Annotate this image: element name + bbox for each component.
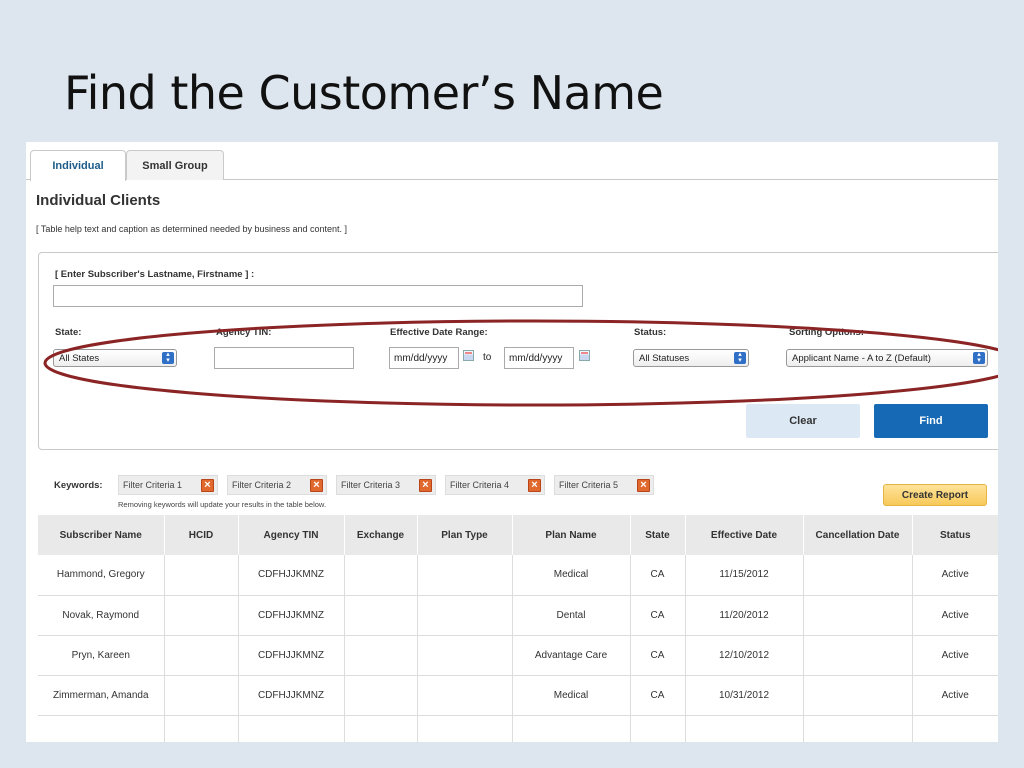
remove-filter-icon[interactable]: × [419, 479, 432, 492]
table-cell: CA [630, 635, 686, 676]
table-cell [344, 555, 418, 596]
column-header[interactable]: State [630, 515, 686, 555]
highlight-oval [43, 319, 998, 407]
table-cell: 12/10/2012 [685, 635, 804, 676]
table-help-text: [ Table help text and caption as determi… [36, 224, 348, 234]
table-cell [803, 595, 913, 636]
table-cell [512, 715, 631, 742]
filter-chip: Filter Criteria 3 × [336, 475, 436, 495]
table-cell [417, 715, 513, 742]
table-cell: Medical [512, 555, 631, 596]
table-cell [417, 675, 513, 716]
table-row[interactable]: Zimmerman, Amanda CDFHJJKMNZ Medical CA 10/3… [38, 675, 998, 716]
subscriber-label: [ Enter Subscriber's Lastname, Firstname… [55, 269, 255, 280]
table-cell: Novak, Raymond [38, 595, 165, 636]
table-cell [344, 595, 418, 636]
table-row[interactable]: Novak, Raymond CDFHJJKMNZ Dental CA 11/20/20… [38, 595, 998, 636]
remove-filter-icon[interactable]: × [201, 479, 214, 492]
tab-small-group[interactable]: Small Group [126, 150, 224, 180]
table-cell: CA [630, 675, 686, 716]
filter-chip: Filter Criteria 2 × [227, 475, 327, 495]
table-cell [38, 715, 165, 742]
filter-chip: Filter Criteria 1 × [118, 475, 218, 495]
remove-filter-icon[interactable]: × [310, 479, 323, 492]
filter-chip-label: Filter Criteria 1 [123, 480, 183, 490]
app-window: Individual Small Group Individual Client… [26, 142, 998, 742]
table-cell: Dental [512, 595, 631, 636]
keywords-note: Removing keywords will update your resul… [118, 500, 327, 509]
column-header[interactable]: Cancellation Date [803, 515, 913, 555]
table-header-row: Subscriber Name HCID Agency TIN Exchange… [38, 515, 998, 555]
table-cell [344, 675, 418, 716]
clear-button[interactable]: Clear [746, 404, 860, 438]
table-cell [417, 635, 513, 676]
table-cell [417, 595, 513, 636]
table-cell: Zimmerman, Amanda [38, 675, 165, 716]
table-cell: CA [630, 595, 686, 636]
table-cell: CDFHJJKMNZ [238, 635, 345, 676]
table-cell [344, 715, 418, 742]
table-cell [803, 675, 913, 716]
page-title: Individual Clients [36, 192, 161, 209]
filter-chip-label: Filter Criteria 5 [559, 480, 619, 490]
table-cell: Active [912, 675, 998, 716]
filter-chip-label: Filter Criteria 4 [450, 480, 510, 490]
column-header[interactable]: Exchange [344, 515, 418, 555]
filter-chip: Filter Criteria 4 × [445, 475, 545, 495]
filter-chip: Filter Criteria 5 × [554, 475, 654, 495]
create-report-button[interactable]: Create Report [883, 484, 987, 506]
table-cell [803, 555, 913, 596]
keywords-row: Keywords: Filter Criteria 1 × Filter Cri… [26, 475, 998, 515]
table-cell: Hammond, Gregory [38, 555, 165, 596]
table-cell: Medical [512, 675, 631, 716]
remove-filter-icon[interactable]: × [637, 479, 650, 492]
column-header[interactable]: Plan Type [417, 515, 513, 555]
results-table: Subscriber Name HCID Agency TIN Exchange… [38, 515, 998, 742]
table-cell [630, 715, 686, 742]
subscriber-name-input[interactable] [53, 285, 583, 307]
table-row[interactable] [38, 715, 998, 742]
column-header[interactable]: Effective Date [685, 515, 804, 555]
column-header[interactable]: Agency TIN [238, 515, 345, 555]
table-cell: CDFHJJKMNZ [238, 595, 345, 636]
table-cell: 11/20/2012 [685, 595, 804, 636]
table-cell [164, 555, 239, 596]
table-cell: CA [630, 555, 686, 596]
column-header[interactable]: Plan Name [512, 515, 631, 555]
table-cell [344, 635, 418, 676]
filter-chip-label: Filter Criteria 3 [341, 480, 401, 490]
table-row[interactable]: Pryn, Kareen CDFHJJKMNZ Advantage Care CA 12… [38, 635, 998, 676]
find-button[interactable]: Find [874, 404, 988, 438]
table-cell: CDFHJJKMNZ [238, 555, 345, 596]
keywords-label: Keywords: [54, 480, 103, 491]
table-cell [803, 715, 913, 742]
table-cell: CDFHJJKMNZ [238, 675, 345, 716]
column-header[interactable]: Subscriber Name [38, 515, 165, 555]
table-cell: 10/31/2012 [685, 675, 804, 716]
table-cell: 11/15/2012 [685, 555, 804, 596]
remove-filter-icon[interactable]: × [528, 479, 541, 492]
table-cell [164, 715, 239, 742]
column-header[interactable]: HCID [164, 515, 239, 555]
slide-title: Find the Customer’s Name [64, 66, 664, 120]
table-cell [912, 715, 998, 742]
table-cell [164, 595, 239, 636]
highlight-ellipse [43, 319, 998, 407]
table-cell: Active [912, 635, 998, 676]
table-cell [417, 555, 513, 596]
tab-bar: Individual Small Group [26, 150, 998, 181]
table-cell [164, 675, 239, 716]
tab-individual[interactable]: Individual [30, 150, 126, 181]
filter-chip-label: Filter Criteria 2 [232, 480, 292, 490]
table-row[interactable]: Hammond, Gregory CDFHJJKMNZ Medical CA 11/15… [38, 555, 998, 596]
table-cell [803, 635, 913, 676]
column-header[interactable]: Status [912, 515, 998, 555]
table-cell: Advantage Care [512, 635, 631, 676]
table-cell [238, 715, 345, 742]
table-cell [685, 715, 804, 742]
table-cell [164, 635, 239, 676]
table-cell: Active [912, 595, 998, 636]
table-cell: Pryn, Kareen [38, 635, 165, 676]
table-cell: Active [912, 555, 998, 596]
